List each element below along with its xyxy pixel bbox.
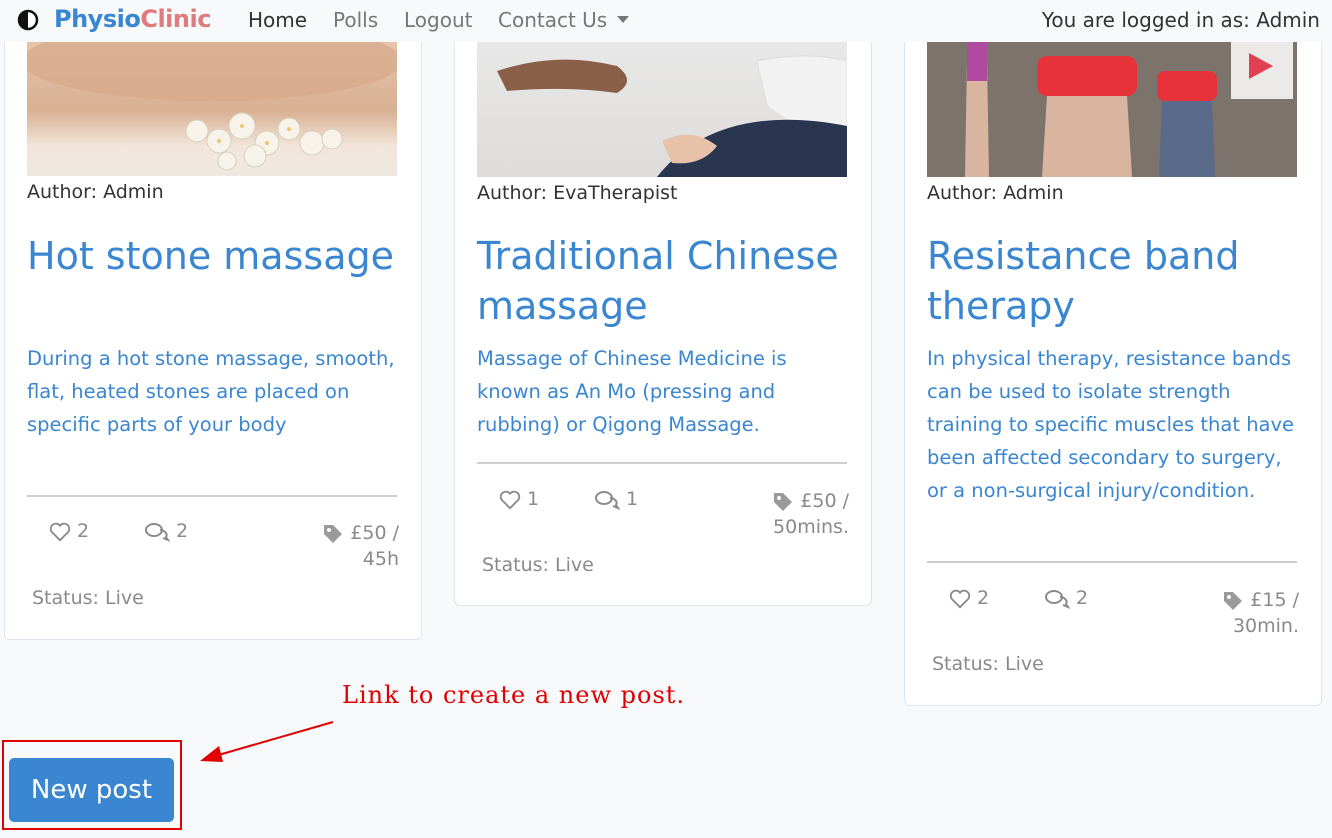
annotation-text: Link to create a new post.	[342, 681, 686, 709]
post-description: Massage of Chinese Medicine is known as …	[477, 347, 787, 436]
price-line2: 45h	[362, 548, 399, 570]
comments-button[interactable]: 2	[1044, 587, 1088, 609]
post-title[interactable]: Traditional Chinese massage	[477, 231, 857, 331]
post-price: £50 / 50mins.	[772, 488, 849, 540]
price-line1: £50 /	[800, 490, 849, 512]
price-line1: £50 /	[350, 522, 399, 544]
comments-button[interactable]: 1	[594, 488, 638, 510]
orchid-flowers-image	[27, 31, 397, 171]
likes-button[interactable]: 1	[499, 488, 539, 510]
post-price: £50 / 45h	[322, 520, 399, 572]
workout-class-image	[927, 31, 1297, 177]
comments-button[interactable]: 2	[144, 520, 188, 542]
navbar: PhysioClinic Home Polls Logout Contact U…	[0, 0, 1332, 42]
divider	[927, 561, 1297, 563]
post-author: Author: EvaTherapist	[477, 182, 678, 204]
nav-polls[interactable]: Polls	[333, 8, 378, 32]
chevron-down-icon	[617, 16, 630, 23]
likes-button[interactable]: 2	[949, 587, 989, 609]
post-title[interactable]: Resistance band therapy	[927, 231, 1307, 331]
post-image-resistance-band[interactable]	[927, 31, 1297, 177]
post-card: Author: Admin Hot stone massage During a…	[4, 30, 422, 640]
likes-count: 1	[527, 488, 540, 510]
nav-contact-us[interactable]: Contact Us	[498, 8, 630, 32]
price-line2: 50mins.	[773, 516, 849, 538]
post-author: Author: Admin	[927, 182, 1064, 204]
annotation-arrow-icon	[200, 721, 334, 762]
massage-hands-image	[497, 55, 847, 177]
post-price: £15 / 30min.	[1222, 587, 1299, 639]
comments-icon	[1045, 589, 1070, 609]
post-description: During a hot stone massage, smooth, flat…	[27, 347, 395, 436]
comments-count: 2	[1076, 587, 1089, 609]
brand-part-clinic: Clinic	[140, 5, 211, 33]
post-image-hot-stone[interactable]	[27, 31, 397, 176]
divider	[477, 462, 847, 464]
likes-count: 2	[77, 520, 90, 542]
tag-icon	[774, 492, 793, 511]
post-card: Author: Admin Resistance band therapy In…	[904, 30, 1322, 706]
comments-count: 1	[626, 488, 639, 510]
heart-icon	[949, 589, 971, 608]
post-card: Author: EvaTherapist Traditional Chinese…	[454, 30, 872, 606]
tag-icon	[1224, 591, 1243, 610]
nav-contact-us-label: Contact Us	[498, 8, 608, 32]
heart-icon	[49, 522, 71, 541]
nav-home[interactable]: Home	[248, 8, 307, 32]
comments-icon	[595, 490, 620, 510]
nav-logout[interactable]: Logout	[404, 8, 472, 32]
contrast-icon[interactable]	[17, 9, 39, 31]
likes-button[interactable]: 2	[49, 520, 89, 542]
heart-icon	[499, 490, 521, 509]
logged-in-status: You are logged in as: Admin	[1041, 8, 1320, 32]
divider	[27, 495, 397, 497]
brand-part-physio: Physio	[54, 5, 141, 33]
comments-icon	[145, 522, 170, 542]
post-author: Author: Admin	[27, 181, 164, 203]
new-post-button[interactable]: New post	[9, 758, 174, 822]
post-image-chinese-massage[interactable]	[477, 31, 847, 177]
comments-count: 2	[176, 520, 189, 542]
price-line1: £15 /	[1250, 589, 1299, 611]
post-title[interactable]: Hot stone massage	[27, 231, 407, 281]
post-status: Status: Live	[482, 554, 594, 576]
post-status: Status: Live	[932, 653, 1044, 675]
tag-icon	[324, 524, 343, 543]
likes-count: 2	[977, 587, 990, 609]
brand-logo[interactable]: PhysioClinic	[54, 5, 211, 33]
post-description: In physical therapy, resistance bands ca…	[927, 347, 1295, 502]
post-status: Status: Live	[32, 587, 144, 609]
price-line2: 30min.	[1232, 615, 1299, 637]
